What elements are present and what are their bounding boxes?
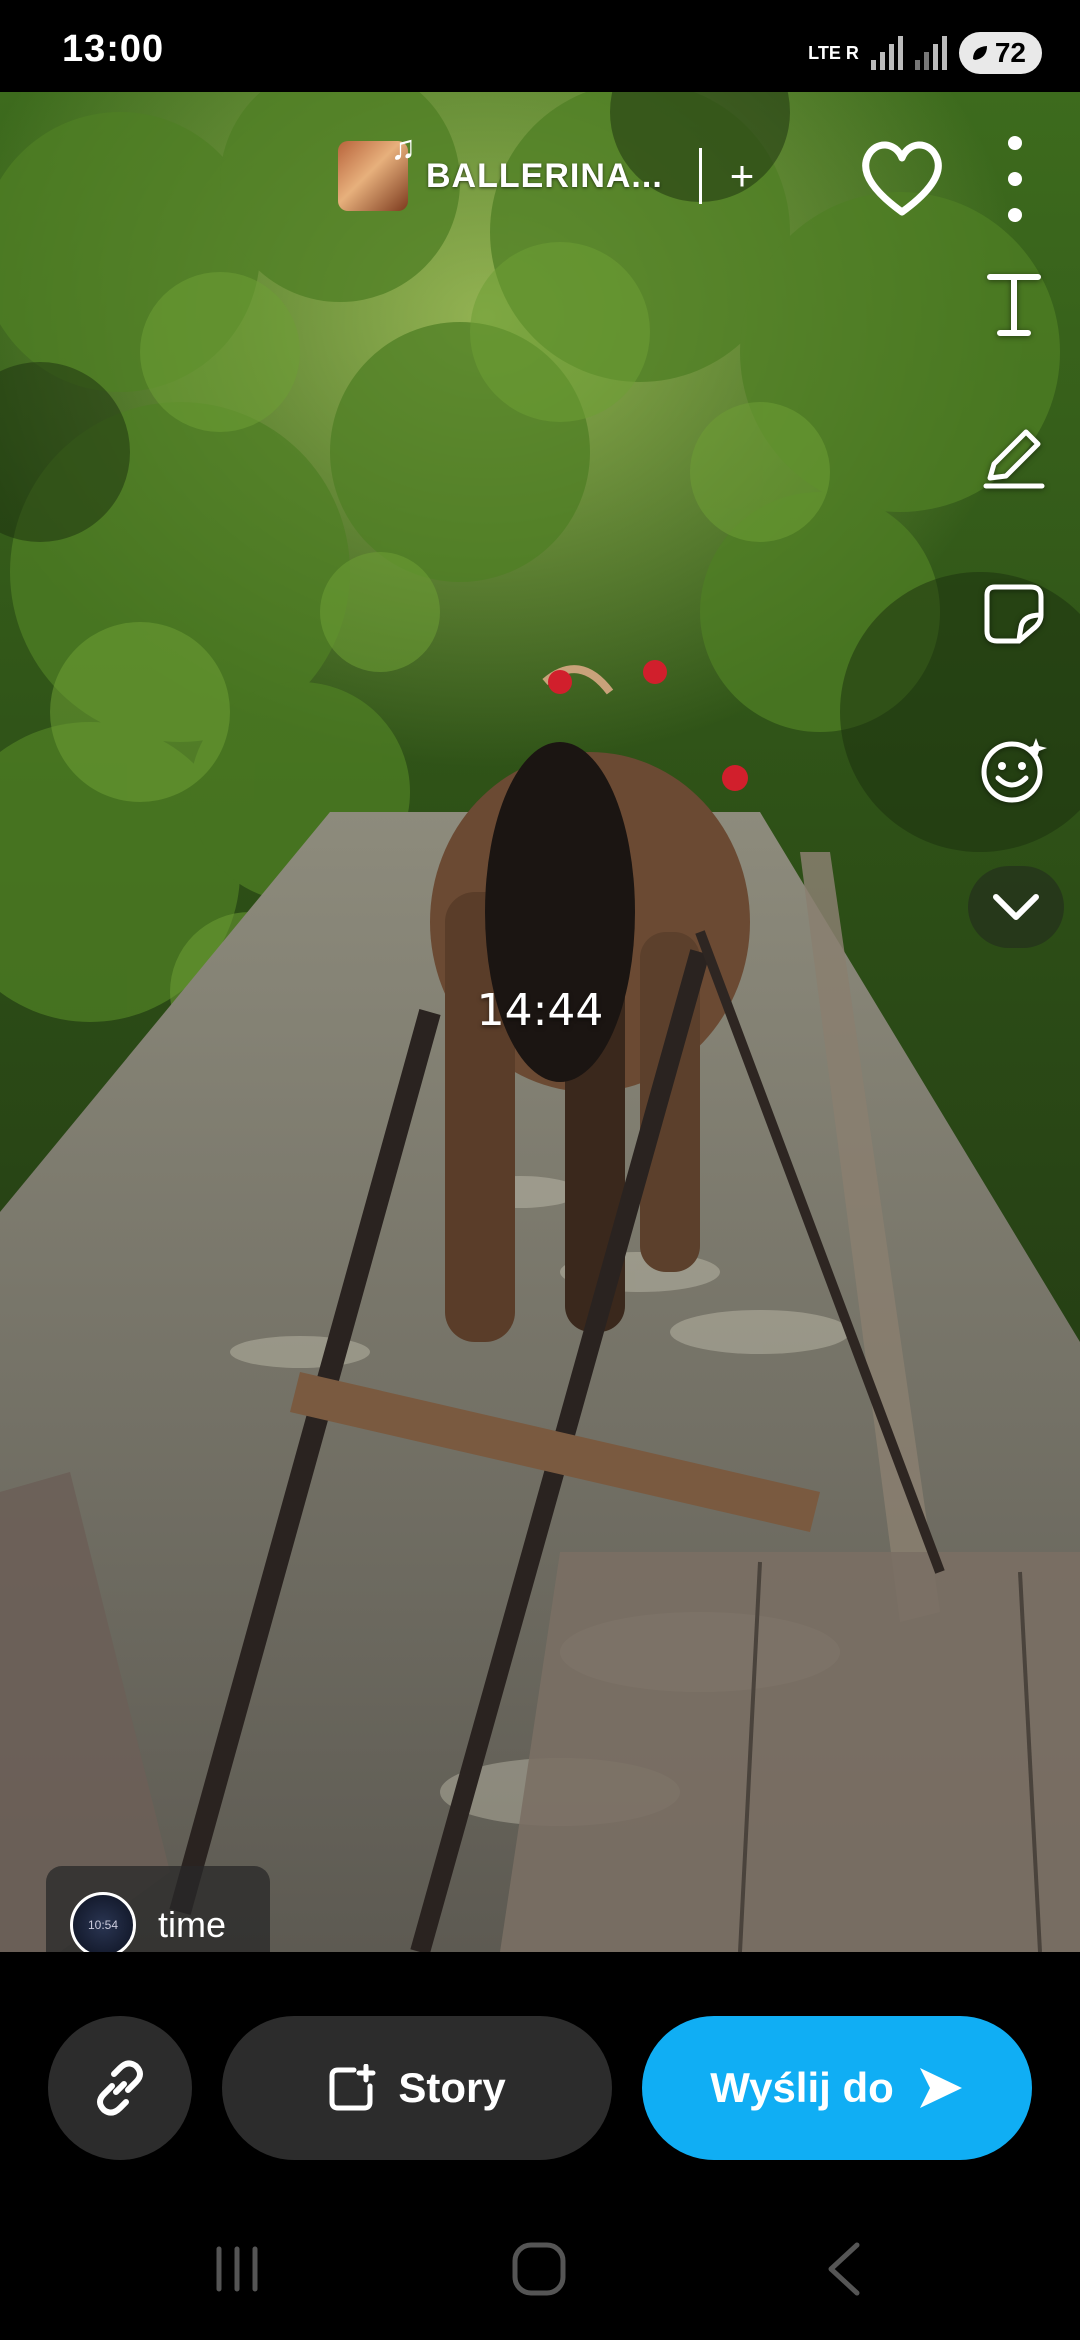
home-icon[interactable] bbox=[504, 2234, 574, 2304]
battery-level: 72 bbox=[994, 37, 1026, 68]
battery-indicator: 72 bbox=[958, 32, 1042, 74]
network-label: LTE R bbox=[808, 43, 859, 63]
attachment-label: time bbox=[158, 1904, 227, 1945]
divider bbox=[698, 148, 702, 204]
sticker-icon[interactable] bbox=[978, 578, 1050, 650]
chevron-down-icon[interactable] bbox=[968, 866, 1064, 948]
system-nav-bar bbox=[0, 2200, 1080, 2340]
add-music-button[interactable]: + bbox=[730, 152, 755, 200]
kebab-menu-icon[interactable] bbox=[998, 136, 1032, 222]
send-arrow-icon bbox=[919, 2068, 962, 2108]
link-icon bbox=[97, 2060, 143, 2116]
album-art: ♫ bbox=[338, 129, 416, 211]
status-time: 13:00 bbox=[62, 28, 165, 70]
link-button[interactable] bbox=[48, 2016, 192, 2160]
music-title: BALLERINA... bbox=[426, 156, 663, 195]
music-chip[interactable]: ♫ BALLERINA... + bbox=[338, 128, 754, 224]
clock-thumbnail: 10:54 bbox=[70, 1892, 136, 1952]
story-button[interactable]: Story bbox=[222, 2016, 612, 2160]
music-note-icon: ♫ bbox=[390, 129, 417, 167]
photo-canvas[interactable]: ♫ BALLERINA... + 14:44 10:54 time bbox=[0, 92, 1080, 1952]
heart-icon[interactable] bbox=[856, 132, 948, 224]
signal-icon-2 bbox=[914, 36, 947, 70]
time-sticker[interactable]: 14:44 bbox=[0, 985, 1080, 1036]
text-tool-icon[interactable] bbox=[978, 268, 1050, 340]
send-to-button[interactable]: Wyślij do bbox=[642, 2016, 1032, 2160]
battery-saver-icon bbox=[972, 46, 987, 60]
clock-thumb-time: 10:54 bbox=[87, 1918, 119, 1932]
recent-apps-icon[interactable] bbox=[202, 2234, 272, 2304]
back-icon[interactable] bbox=[808, 2234, 878, 2304]
send-label: Wyślij do bbox=[710, 2064, 894, 2111]
signal-icon bbox=[870, 36, 903, 70]
time-attachment-chip[interactable]: 10:54 time bbox=[46, 1866, 270, 1952]
story-label: Story bbox=[398, 2064, 506, 2111]
emoji-sparkle-icon[interactable] bbox=[978, 734, 1050, 806]
status-icons: LTE R 72 bbox=[808, 30, 1042, 76]
status-bar: 13:00 LTE R 72 bbox=[0, 0, 1080, 92]
add-story-icon bbox=[329, 2064, 376, 2111]
pencil-icon[interactable] bbox=[978, 420, 1050, 492]
